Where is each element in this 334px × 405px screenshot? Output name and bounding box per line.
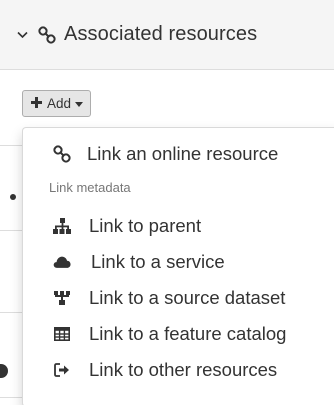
link-icon (38, 25, 56, 44)
menu-item-link-service[interactable]: Link to a service (23, 244, 334, 280)
menu-item-label: Link an online resource (87, 143, 279, 164)
background-bullet (10, 194, 16, 200)
menu-item-link-feature-catalog[interactable]: Link to a feature catalog (23, 316, 334, 352)
add-button-label: Add (47, 96, 72, 111)
table-icon (53, 325, 71, 343)
menu-item-label: Link to a feature catalog (89, 323, 287, 344)
background-divider (0, 145, 22, 146)
menu-item-link-online-resource[interactable]: Link an online resource (23, 136, 334, 172)
panel-title: Associated resources (64, 23, 258, 45)
menu-item-link-source-dataset[interactable]: Link to a source dataset (23, 280, 334, 316)
background-divider (0, 230, 22, 231)
menu-item-label: Link to parent (89, 215, 202, 236)
menu-header: Link metadata (49, 180, 131, 195)
background-divider (0, 312, 22, 313)
menu-item-link-other-resources[interactable]: Link to other resources (23, 352, 334, 388)
link-icon (53, 145, 71, 163)
menu-item-label: Link to a source dataset (89, 287, 286, 308)
add-button[interactable]: Add (22, 90, 92, 117)
background-icon-fragment (0, 364, 8, 378)
caret-down-icon (75, 102, 84, 107)
chevron-down-icon[interactable] (16, 29, 28, 41)
panel-heading[interactable]: Associated resources (0, 0, 334, 70)
sitemap-icon (53, 217, 71, 235)
cubes-icon (53, 289, 71, 307)
plus-icon (31, 96, 42, 111)
menu-item-label: Link to a service (91, 251, 225, 272)
menu-item-link-parent[interactable]: Link to parent (23, 208, 334, 244)
background-divider (0, 397, 22, 398)
cloud-icon (53, 253, 71, 271)
add-dropdown-menu: Link an online resource Link metadata Li… (22, 127, 334, 405)
menu-item-label: Link to other resources (89, 359, 278, 380)
page: Associated resources Add Link an online … (0, 0, 334, 405)
share-icon (53, 361, 71, 379)
